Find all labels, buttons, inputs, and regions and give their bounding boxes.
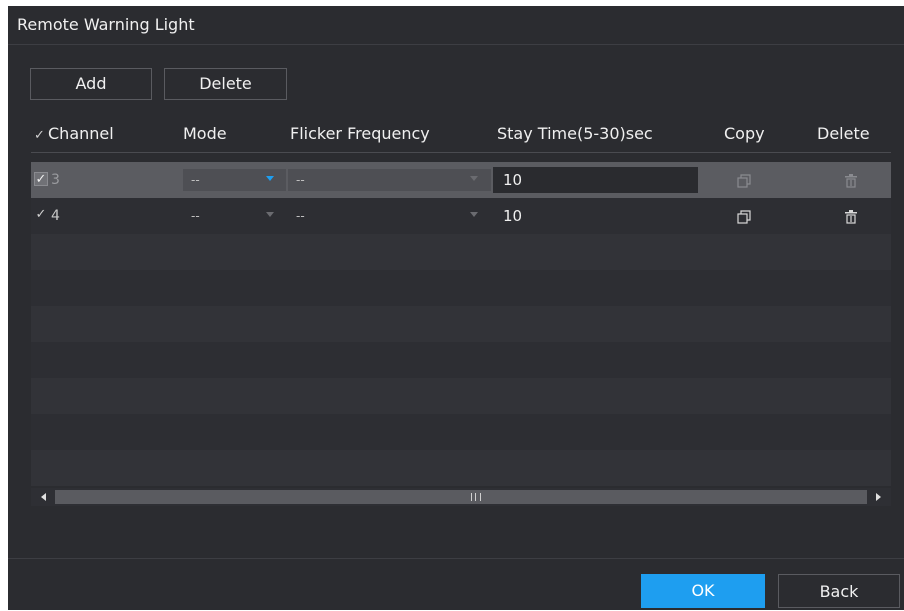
column-header-copy: Copy [724, 124, 765, 143]
ok-button[interactable]: OK [641, 574, 765, 608]
dialog-titlebar: Remote Warning Light [8, 6, 904, 45]
table-row[interactable]: ✓ 3 -- -- 10 [31, 162, 891, 198]
column-header-flicker-frequency: Flicker Frequency [290, 124, 430, 143]
mode-dropdown[interactable]: -- [183, 205, 286, 227]
stay-time-input[interactable]: 10 [493, 167, 698, 193]
add-button[interactable]: Add [30, 68, 152, 100]
mode-value: -- [191, 209, 200, 223]
row-checkbox[interactable]: ✓ [34, 208, 48, 222]
flicker-frequency-dropdown[interactable]: -- [288, 169, 491, 191]
warning-light-table: ✓ Channel Mode Flicker Frequency Stay Ti… [31, 114, 891, 509]
grip-icon [471, 493, 481, 501]
dialog-footer [8, 558, 904, 611]
trash-icon[interactable] [844, 173, 858, 192]
column-header-delete: Delete [817, 124, 870, 143]
empty-row [31, 414, 891, 450]
caret-down-icon [266, 176, 274, 181]
empty-row [31, 270, 891, 306]
delete-button[interactable]: Delete [164, 68, 287, 100]
scroll-right-arrow-icon[interactable] [876, 493, 881, 501]
caret-down-icon [266, 212, 274, 217]
scroll-left-arrow-icon[interactable] [41, 493, 46, 501]
select-all-checkbox[interactable]: ✓ [34, 124, 45, 143]
caret-down-icon [470, 176, 478, 181]
trash-icon[interactable] [844, 209, 858, 228]
mode-value: -- [191, 173, 200, 187]
table-row[interactable]: ✓ 4 -- -- 10 [31, 198, 891, 234]
copy-icon[interactable] [737, 173, 751, 192]
flicker-frequency-value: -- [296, 173, 305, 187]
row-channel: 4 [51, 208, 60, 224]
flicker-frequency-value: -- [296, 209, 305, 223]
dialog-title: Remote Warning Light [17, 15, 195, 34]
scrollbar-thumb[interactable] [55, 490, 867, 504]
horizontal-scrollbar[interactable] [31, 488, 891, 506]
mode-dropdown[interactable]: -- [183, 169, 286, 191]
back-button[interactable]: Back [778, 574, 900, 608]
caret-down-icon [470, 212, 478, 217]
empty-row [31, 342, 891, 378]
copy-icon[interactable] [737, 209, 751, 228]
empty-row [31, 234, 891, 270]
empty-row [31, 378, 891, 414]
stay-time-input[interactable]: 10 [493, 203, 698, 229]
empty-row [31, 450, 891, 486]
column-header-channel: Channel [48, 124, 114, 143]
column-header-stay-time: Stay Time(5-30)sec [497, 124, 653, 143]
flicker-frequency-dropdown[interactable]: -- [288, 205, 491, 227]
column-header-mode: Mode [183, 124, 227, 143]
table-header: ✓ Channel Mode Flicker Frequency Stay Ti… [31, 114, 891, 153]
empty-row [31, 306, 891, 342]
row-channel: 3 [51, 172, 60, 188]
row-checkbox[interactable]: ✓ [34, 172, 48, 187]
remote-warning-light-dialog: Remote Warning Light Add Delete ✓ Channe… [8, 6, 904, 610]
